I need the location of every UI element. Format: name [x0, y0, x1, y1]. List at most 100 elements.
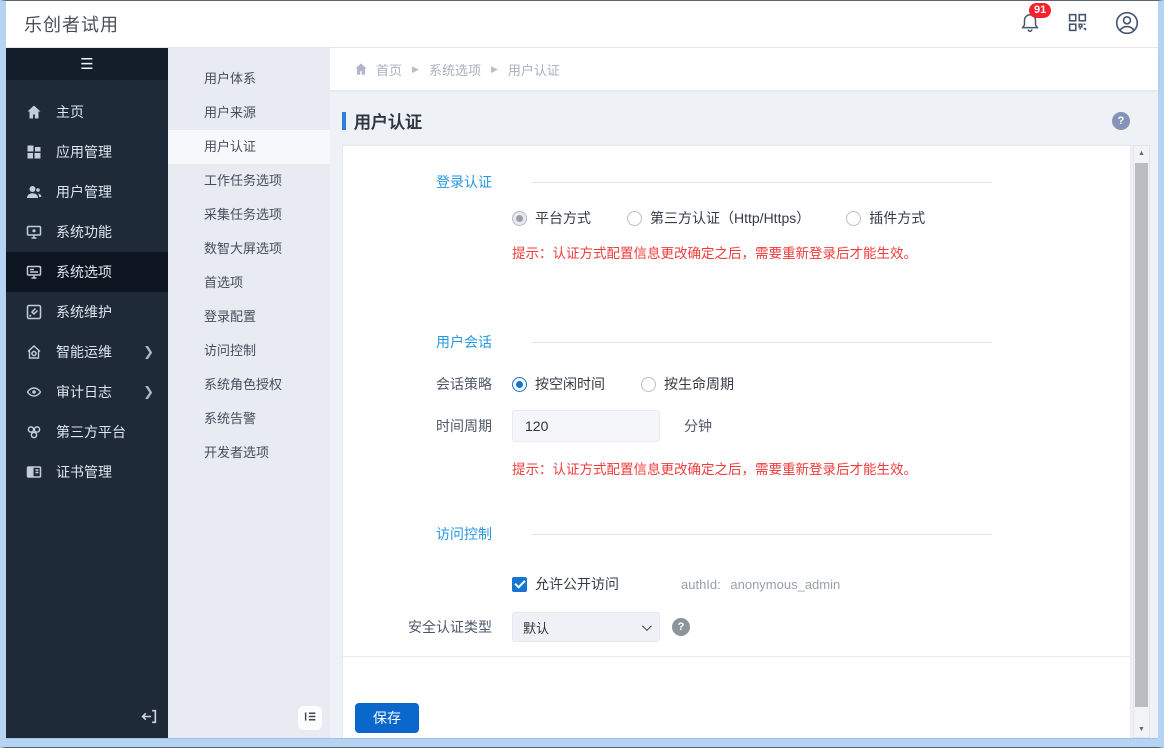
system-maintenance-icon — [26, 304, 43, 321]
save-button[interactable]: 保存 — [355, 703, 419, 733]
submenu-item-preferences[interactable]: 首选项 — [168, 266, 330, 300]
submenu-item-system-role-auth[interactable]: 系统角色授权 — [168, 368, 330, 402]
submenu-item-access-control[interactable]: 访问控制 — [168, 334, 330, 368]
sidebar-item-label: 证书管理 — [56, 464, 112, 480]
auth-type-help-icon[interactable]: ? — [672, 618, 690, 636]
vertical-scrollbar[interactable]: ▲ ▼ — [1133, 145, 1150, 738]
scroll-down-arrow[interactable]: ▼ — [1134, 722, 1149, 737]
sidebar-item-smart-ops[interactable]: 智能运维 ❯ — [6, 332, 168, 372]
chevron-right-icon: ❯ — [143, 344, 154, 359]
sidebar-item-user-management[interactable]: 用户管理 — [6, 172, 168, 212]
radio-button[interactable] — [846, 210, 862, 226]
radio-label[interactable]: 第三方认证（Http/Https） — [650, 208, 810, 228]
breadcrumb-item-system-options[interactable]: 系统选项 — [429, 60, 481, 79]
radio-button[interactable] — [512, 210, 527, 226]
notification-bell-button[interactable]: 91 — [1019, 2, 1052, 37]
radio-lifecycle[interactable]: 按生命周期 — [641, 374, 734, 394]
users-icon — [26, 184, 43, 201]
sidebar-item-label: 主页 — [56, 104, 84, 120]
radio-label[interactable]: 按空闲时间 — [535, 374, 605, 394]
profile-button[interactable] — [1114, 10, 1140, 39]
apps-icon — [26, 144, 43, 161]
third-party-icon — [26, 424, 43, 441]
session-policy-label: 会话策略 — [436, 376, 492, 392]
smart-ops-icon — [26, 344, 43, 361]
radio-button[interactable] — [641, 376, 656, 392]
main-content: 首页 ▶ 系统选项 ▶ 用户认证 用户认证 ? 登录认证 平台方式 第三方认证（… — [330, 48, 1158, 738]
submenu-item-user-sources[interactable]: 用户来源 — [168, 96, 330, 130]
public-access-checkbox[interactable] — [512, 576, 527, 592]
submenu-item-collect-task-options[interactable]: 采集任务选项 — [168, 198, 330, 232]
submenu-collapse-button[interactable] — [298, 706, 322, 730]
panel-divider — [343, 656, 1130, 657]
radio-third-party-auth[interactable]: 第三方认证（Http/Https） — [627, 208, 810, 228]
section-title-user-session: 用户会话 — [436, 334, 492, 350]
sidebar-item-audit-logs[interactable]: 审计日志 ❯ — [6, 372, 168, 412]
login-auth-hint: 提示：认证方式配置信息更改确定之后，需要重新登录后才能生效。 — [512, 246, 917, 261]
settings-panel: 登录认证 平台方式 第三方认证（Http/Https） 插件方式 提示：认证方式… — [342, 145, 1131, 738]
radio-label[interactable]: 平台方式 — [535, 208, 591, 228]
submenu-item-user-system[interactable]: 用户体系 — [168, 62, 330, 96]
audit-log-icon — [26, 384, 43, 401]
submenu-item-user-auth[interactable]: 用户认证 — [168, 130, 330, 164]
sidebar-collapse-button[interactable] — [141, 708, 158, 728]
submenu-item-bigscreen-options[interactable]: 数智大屏选项 — [168, 232, 330, 266]
radio-plugin-mode[interactable]: 插件方式 — [846, 208, 925, 228]
sidebar-item-third-party[interactable]: 第三方平台 — [6, 412, 168, 452]
primary-sidebar: ☰ 主页 应用管理 用户管理 系统功能 系统选项 系统维护 智能运维 ❯ 审计日… — [6, 48, 168, 738]
scrollbar-thumb[interactable] — [1135, 163, 1148, 707]
sidebar-item-certificates[interactable]: 证书管理 — [6, 452, 168, 492]
time-period-input[interactable] — [512, 410, 660, 442]
sidebar-item-system-functions[interactable]: 系统功能 — [6, 212, 168, 252]
submenu-item-login-config[interactable]: 登录配置 — [168, 300, 330, 334]
sidebar-item-app-management[interactable]: 应用管理 — [6, 132, 168, 172]
auth-type-label: 安全认证类型 — [408, 619, 492, 635]
radio-label[interactable]: 按生命周期 — [664, 374, 734, 394]
app-header: 乐创者试用 91 — [6, 1, 1158, 48]
section-divider — [532, 341, 992, 343]
page-help-icon[interactable]: ? — [1112, 111, 1130, 130]
submenu-item-work-task-options[interactable]: 工作任务选项 — [168, 164, 330, 198]
section-divider — [532, 181, 992, 183]
submenu-item-system-alerts[interactable]: 系统告警 — [168, 402, 330, 436]
public-access-label[interactable]: 允许公开访问 — [535, 574, 619, 594]
user-avatar-icon — [1114, 10, 1140, 39]
qr-code-icon — [1067, 12, 1088, 36]
time-period-label: 时间周期 — [436, 418, 492, 434]
radio-idle-time[interactable]: 按空闲时间 — [512, 374, 605, 394]
radio-label[interactable]: 插件方式 — [869, 208, 925, 228]
breadcrumb-separator-icon: ▶ — [490, 63, 498, 74]
breadcrumb-item-home[interactable]: 首页 — [376, 60, 402, 79]
breadcrumb-item-user-auth[interactable]: 用户认证 — [508, 60, 560, 79]
qr-code-button[interactable] — [1067, 12, 1088, 36]
radio-platform-mode[interactable]: 平台方式 — [512, 208, 591, 228]
radio-button[interactable] — [627, 210, 642, 226]
home-icon — [26, 104, 43, 121]
section-title-access-control: 访问控制 — [436, 526, 492, 542]
submenu-item-developer-options[interactable]: 开发者选项 — [168, 436, 330, 470]
section-divider — [532, 533, 992, 535]
sidebar-item-system-maintenance[interactable]: 系统维护 — [6, 292, 168, 332]
auth-id-value: anonymous_admin — [730, 576, 841, 592]
chevron-down-icon — [641, 620, 652, 631]
sidebar-item-system-options[interactable]: 系统选项 — [6, 252, 168, 292]
list-collapse-icon — [304, 710, 317, 726]
hamburger-menu-icon[interactable]: ☰ — [80, 57, 93, 72]
system-functions-icon — [26, 224, 43, 241]
auth-id-label: authId: — [681, 576, 721, 592]
radio-button[interactable] — [512, 376, 527, 392]
sidebar-item-label: 用户管理 — [56, 184, 112, 200]
breadcrumb-separator-icon: ▶ — [412, 63, 419, 74]
collapse-left-icon — [141, 709, 158, 728]
sidebar-item-label: 应用管理 — [56, 144, 112, 160]
sidebar-item-home[interactable]: 主页 — [6, 92, 168, 132]
section-title-login-auth: 登录认证 — [436, 174, 492, 190]
app-window: 乐创者试用 91 ☰ 主页 应用管理 用户管理 系统功能 系统选项 系统维护 智… — [0, 0, 1164, 748]
system-options-icon — [26, 264, 43, 281]
scroll-up-arrow[interactable]: ▲ — [1134, 146, 1149, 161]
certificate-icon — [26, 464, 43, 481]
notification-badge: 91 — [1029, 2, 1052, 18]
auth-type-select[interactable]: 默认 — [512, 612, 660, 642]
user-session-hint: 提示：认证方式配置信息更改确定之后，需要重新登录后才能生效。 — [512, 462, 917, 477]
breadcrumb-home-icon — [354, 62, 368, 76]
